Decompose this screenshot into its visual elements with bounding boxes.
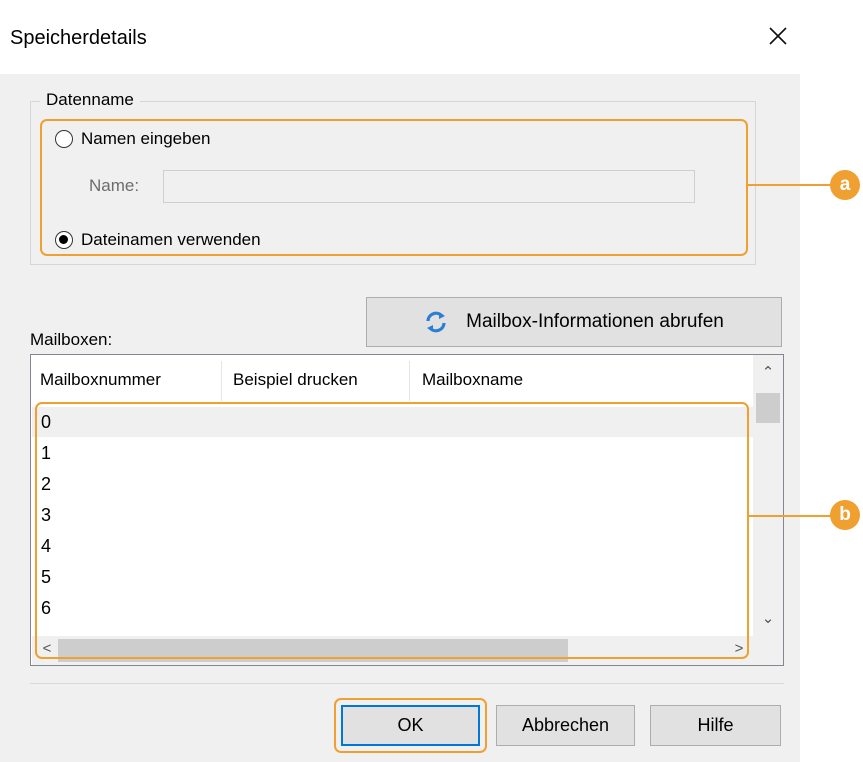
callout-b-badge: b (830, 500, 860, 530)
column-separator[interactable] (221, 361, 222, 401)
callout-b-frame (35, 402, 749, 659)
refresh-icon (426, 311, 446, 333)
callout-ok-frame (334, 698, 487, 753)
help-button[interactable]: Hilfe (650, 705, 781, 746)
filename-group-legend: Datenname (40, 90, 140, 110)
vertical-scrollbar[interactable]: ⌃ ⌄ (753, 355, 783, 635)
scroll-up-icon[interactable]: ⌃ (753, 363, 783, 381)
callout-a-badge: a (830, 170, 860, 200)
cancel-button[interactable]: Abbrechen (496, 705, 635, 746)
dialog-title: Speicherdetails (10, 27, 147, 49)
column-header-print-sample[interactable]: Beispiel drucken (224, 355, 409, 405)
close-icon (769, 27, 787, 45)
fetch-mailbox-info-label: Mailbox-Informationen abrufen (466, 311, 724, 332)
scroll-down-icon[interactable]: ⌄ (753, 609, 783, 627)
callout-a-frame (40, 119, 748, 256)
scroll-corner (753, 635, 783, 665)
mailboxes-label: Mailboxen: (30, 330, 113, 349)
callout-b-line (749, 515, 834, 517)
column-header-mailbox-name[interactable]: Mailboxname (413, 355, 743, 405)
vertical-scroll-thumb[interactable] (756, 393, 780, 423)
fetch-mailbox-info-button[interactable]: Mailbox-Informationen abrufen (366, 297, 782, 347)
callout-a-line (748, 184, 834, 186)
column-separator[interactable] (409, 361, 410, 401)
column-header-mailbox-number[interactable]: Mailboxnummer (31, 355, 221, 405)
close-button[interactable] (758, 18, 798, 54)
title-bar: Speicherdetails (0, 0, 800, 74)
divider (30, 683, 784, 684)
